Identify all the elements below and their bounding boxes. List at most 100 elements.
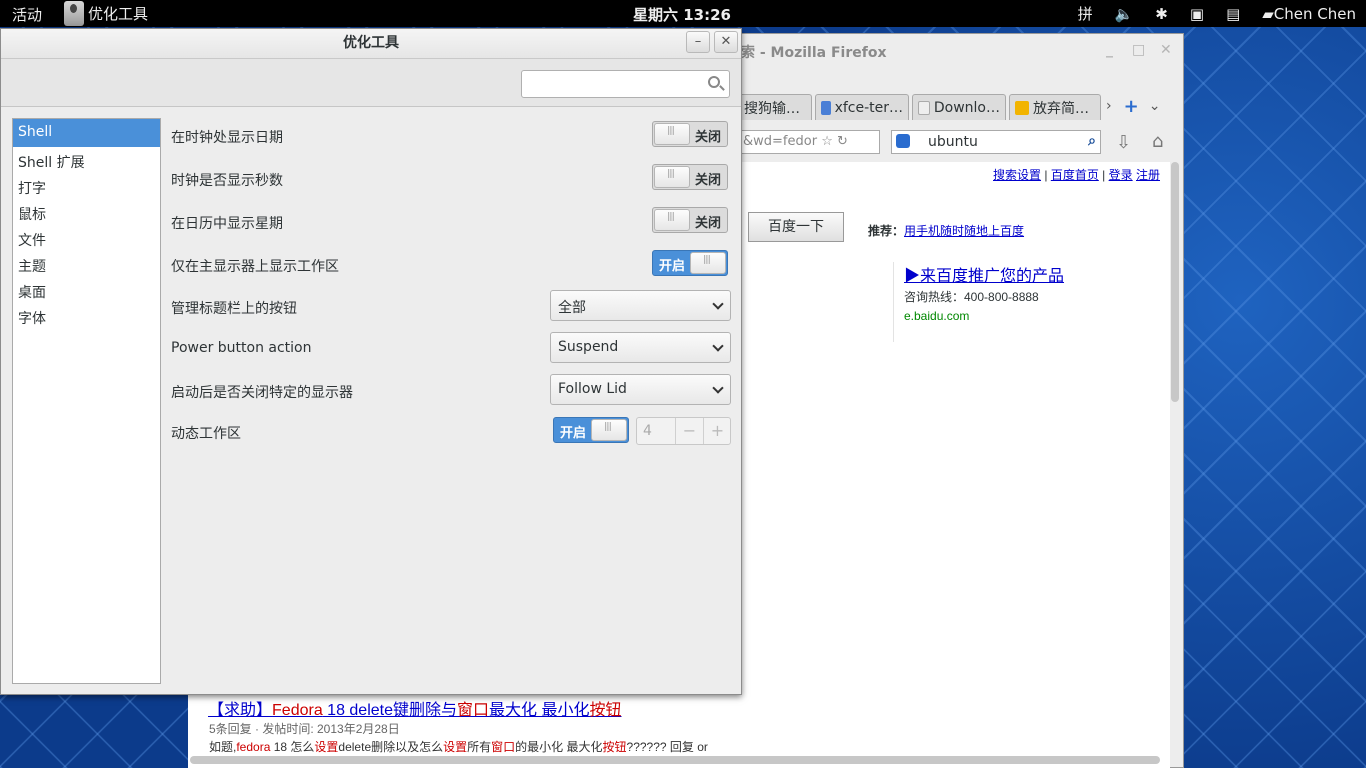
- result-title-part: 按钮: [589, 702, 622, 719]
- volume-icon[interactable]: 🔈: [1115, 5, 1134, 23]
- link-search-settings[interactable]: 搜索设置: [993, 168, 1041, 182]
- switch-state: 关闭: [694, 130, 721, 145]
- setting-label: Power button action: [171, 340, 312, 356]
- dropdown-value: Follow Lid: [558, 381, 627, 397]
- tab-fangqi[interactable]: 放弃简…: [1009, 94, 1101, 120]
- result-meta: 5条回复 · 发帖时间: 2013年2月28日: [209, 722, 400, 736]
- url-bar[interactable]: &wd=fedor ☆ ↻: [740, 130, 880, 154]
- vertical-scrollbar[interactable]: [1171, 162, 1179, 402]
- horizontal-scrollbar[interactable]: [190, 756, 1160, 764]
- firefox-titlebar: 索 - Mozilla Firefox _ □ ✕: [740, 34, 1183, 66]
- setting-show-week: 在日历中显示星期 关闭: [171, 207, 733, 237]
- user-menu[interactable]: ▰ Chen Chen: [1262, 5, 1356, 23]
- user-name: Chen Chen: [1273, 4, 1356, 23]
- recommend-line: 推荐：用手机随时随地上百度: [868, 222, 1024, 239]
- increment-button[interactable]: +: [703, 418, 731, 444]
- system-tray: 拼 🔈 ✱ ▣ ▤ ▰ Chen Chen: [1078, 3, 1356, 24]
- baidu-search-button[interactable]: 百度一下: [748, 212, 844, 242]
- search-engine-icon[interactable]: [896, 134, 910, 148]
- ad-url: e.baidu.com: [904, 309, 970, 323]
- firefox-tab-strip: 搜狗输… xfce-ter… Downlo… 放弃简… › + ⌄: [740, 94, 1183, 122]
- ad-title-link[interactable]: ▶来百度推广您的产品: [904, 262, 1064, 286]
- clock[interactable]: 星期六 13:26: [633, 4, 731, 25]
- firefox-nav-bar: &wd=fedor ☆ ↻ ubuntu ⌕ ⇩ ⌂: [740, 126, 1183, 160]
- result-title-part: Fedora: [272, 702, 323, 719]
- tweak-titlebar: 优化工具: [1, 29, 741, 59]
- user-icon: ▰: [1262, 4, 1274, 23]
- sidebar-item-desktop[interactable]: 桌面: [13, 277, 160, 303]
- link-baidu-home[interactable]: 百度首页: [1051, 168, 1099, 182]
- sidebar-item-files[interactable]: 文件: [13, 225, 160, 251]
- sidebar-item-typing[interactable]: 打字: [13, 173, 160, 199]
- setting-show-date: 在时钟处显示日期 关闭: [171, 121, 733, 151]
- setting-label: 管理标题栏上的按钮: [171, 301, 297, 317]
- reload-icon[interactable]: ↻: [837, 134, 848, 149]
- switch-knob: [654, 209, 690, 231]
- home-icon[interactable]: ⌂: [1152, 131, 1163, 152]
- search-bar[interactable]: ubuntu ⌕: [891, 130, 1101, 154]
- search-input[interactable]: [521, 70, 730, 98]
- url-text: &wd=fedor: [743, 134, 818, 149]
- search-go-icon[interactable]: ⌕: [1088, 133, 1096, 149]
- power-button-dropdown[interactable]: Suspend: [550, 332, 731, 363]
- switch-state: 开启: [659, 259, 686, 274]
- sidebar-item-shell[interactable]: Shell: [13, 119, 160, 147]
- setting-titlebar-buttons: 管理标题栏上的按钮 全部: [171, 290, 733, 321]
- link-login[interactable]: 登录: [1109, 168, 1133, 182]
- setting-lid-close: 启动后是否关闭特定的显示器 Follow Lid: [171, 374, 733, 405]
- switch-state: 关闭: [694, 216, 721, 231]
- bluetooth-icon[interactable]: ✱: [1155, 5, 1168, 23]
- sidebar-item-mouse[interactable]: 鼠标: [13, 199, 160, 225]
- setting-label: 时钟是否显示秒数: [171, 173, 283, 189]
- clipboard-icon[interactable]: ▤: [1226, 5, 1240, 23]
- network-icon[interactable]: ▣: [1190, 5, 1204, 23]
- dynamic-workspaces-switch[interactable]: 开启: [553, 417, 629, 443]
- window-title: 优化工具: [343, 35, 399, 51]
- app-menu-label: 优化工具: [88, 5, 149, 23]
- sidebar-item-theme[interactable]: 主题: [13, 251, 160, 277]
- activities-button[interactable]: 活动: [12, 4, 42, 25]
- show-seconds-switch[interactable]: 关闭: [652, 164, 728, 190]
- app-menu[interactable]: 优化工具: [64, 1, 148, 26]
- firefox-maximize-icon[interactable]: □: [1132, 42, 1145, 58]
- result-title-part: 18 delete键删除与: [322, 702, 458, 719]
- downloads-icon[interactable]: ⇩: [1116, 132, 1131, 153]
- result-title-link[interactable]: 【求助】Fedora 18 delete键删除与窗口最大化 最小化按钮: [208, 696, 622, 720]
- search-bar-value: ubuntu: [928, 134, 978, 150]
- tweak-tool-app-icon: [64, 1, 84, 26]
- tab-scroll-right-icon[interactable]: ›: [1106, 98, 1112, 122]
- link-register[interactable]: 注册: [1136, 168, 1160, 182]
- primary-workspace-switch[interactable]: 开启: [652, 250, 728, 276]
- search-icon: [708, 76, 720, 88]
- input-method-indicator[interactable]: 拼: [1078, 3, 1093, 24]
- new-tab-icon[interactable]: +: [1124, 96, 1139, 122]
- ad-phone: 咨询热线：400-800-8888: [904, 290, 1039, 304]
- titlebar-buttons-dropdown[interactable]: 全部: [550, 290, 731, 321]
- setting-label: 启动后是否关闭特定的显示器: [171, 385, 353, 401]
- sidebar-item-fonts[interactable]: 字体: [13, 303, 160, 329]
- minimize-button[interactable]: –: [686, 31, 710, 53]
- tab-list-icon[interactable]: ⌄: [1149, 98, 1161, 122]
- setting-label: 在日历中显示星期: [171, 216, 283, 232]
- decrement-button[interactable]: −: [675, 418, 703, 444]
- show-week-switch[interactable]: 关闭: [652, 207, 728, 233]
- bookmark-star-icon[interactable]: ☆: [821, 134, 833, 149]
- setting-label: 在时钟处显示日期: [171, 130, 283, 146]
- firefox-close-icon[interactable]: ✕: [1160, 42, 1172, 58]
- baidu-ad: ▶来百度推广您的产品 咨询热线：400-800-8888 e.baidu.com: [893, 262, 1064, 342]
- baidu-page: 搜索设置 | 百度首页 | 登录 注册 百度一下 推荐：用手机随时随地上百度 ▶…: [740, 162, 1170, 762]
- tab-xfce[interactable]: xfce-ter…: [815, 94, 909, 120]
- recommend-link[interactable]: 用手机随时随地上百度: [904, 224, 1024, 238]
- sidebar-item-shell-extensions[interactable]: Shell 扩展: [13, 147, 160, 173]
- chevron-down-icon: [712, 298, 724, 310]
- tab-sogou[interactable]: 搜狗输…: [740, 94, 812, 120]
- tab-download[interactable]: Downlo…: [912, 94, 1006, 120]
- tab-label: xfce-ter…: [834, 99, 903, 116]
- close-button[interactable]: ✕: [714, 31, 738, 53]
- baidu-top-links: 搜索设置 | 百度首页 | 登录 注册: [993, 168, 1160, 182]
- lid-close-dropdown[interactable]: Follow Lid: [550, 374, 731, 405]
- workspace-count-value[interactable]: 4: [643, 423, 652, 439]
- setting-dynamic-workspaces: 动态工作区 开启 4 − +: [171, 417, 733, 447]
- show-date-switch[interactable]: 关闭: [652, 121, 728, 147]
- firefox-minimize-icon[interactable]: _: [1106, 42, 1113, 58]
